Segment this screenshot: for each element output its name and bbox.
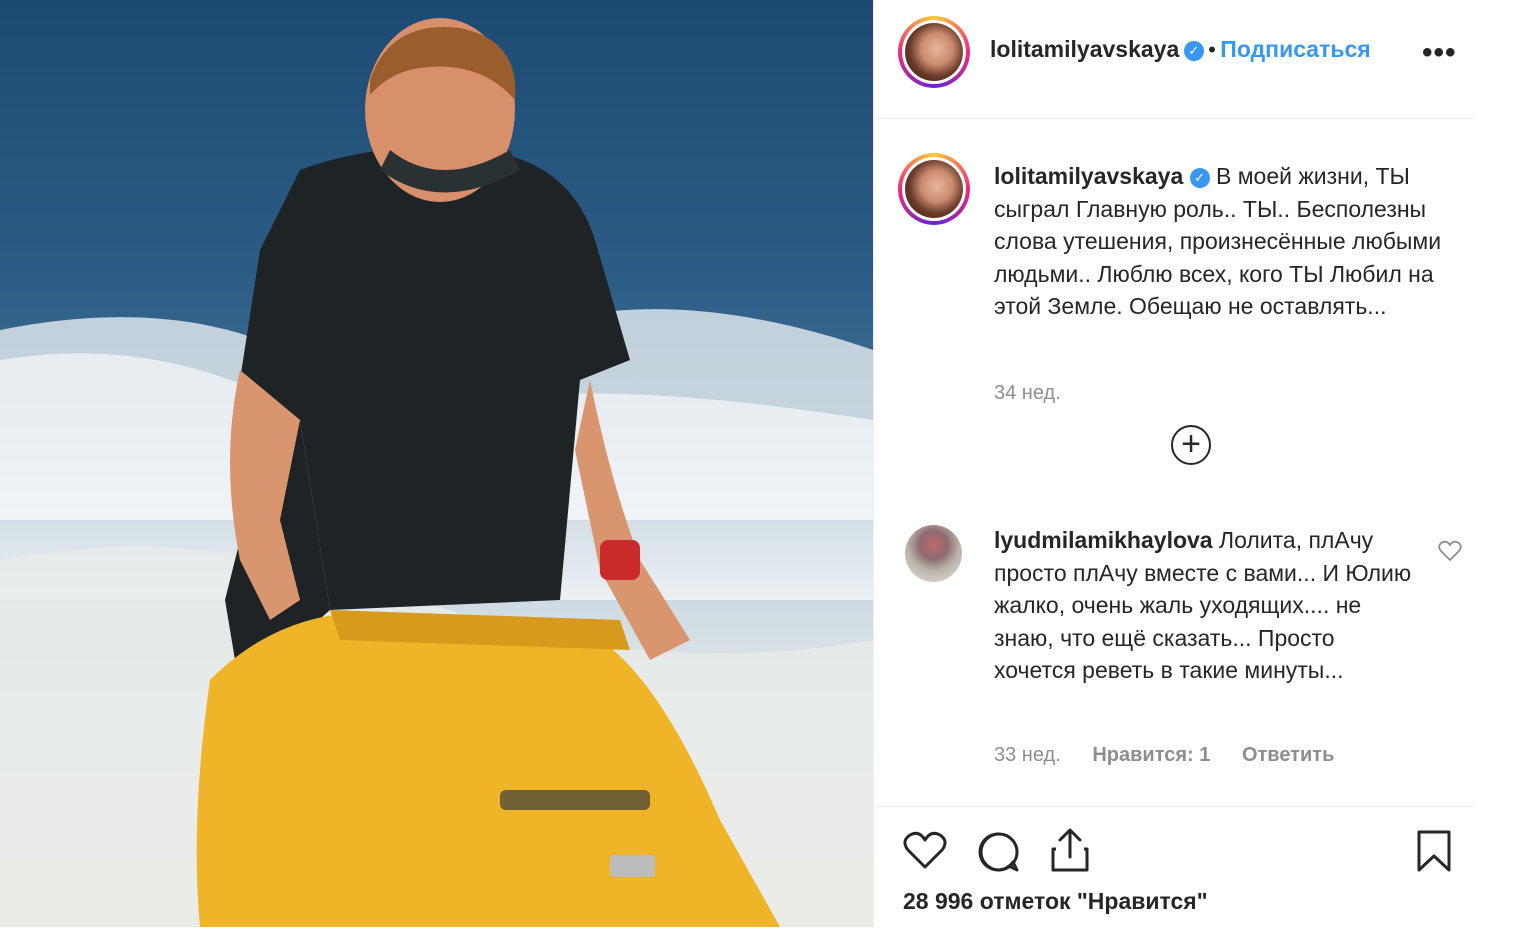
comment-likes[interactable]: Нравится: 1 <box>1092 744 1210 766</box>
action-bar: 28 996 отметок "Нравится" <box>874 806 1476 928</box>
comment-meta: 33 нед. Нравится: 1 Ответить <box>994 744 1360 767</box>
heart-icon[interactable] <box>903 831 947 876</box>
bookmark-icon[interactable] <box>1416 829 1452 878</box>
follow-button[interactable]: Подписаться <box>1220 36 1370 62</box>
photo-illustration <box>0 18 873 927</box>
author-avatar[interactable] <box>898 16 970 88</box>
post-header: lolitamilyavskaya ✓ • Подписаться ••• <box>874 0 1476 119</box>
comment-time[interactable]: 33 нед. <box>994 744 1061 766</box>
header-line: lolitamilyavskaya ✓ • Подписаться <box>990 36 1371 63</box>
post-sidebar: lolitamilyavskaya ✓ • Подписаться ••• lo… <box>874 0 1476 927</box>
caption-username[interactable]: lolitamilyavskaya <box>994 163 1183 189</box>
comment-heart-icon[interactable] <box>1438 540 1462 567</box>
instagram-post: lolitamilyavskaya ✓ • Подписаться ••• lo… <box>0 0 1522 935</box>
avatar-image <box>905 23 963 81</box>
header-separator: • <box>1208 37 1216 62</box>
caption-avatar[interactable] <box>898 153 970 225</box>
comment-icon[interactable] <box>978 831 1020 878</box>
author-username[interactable]: lolitamilyavskaya <box>990 36 1179 62</box>
verified-badge-icon: ✓ <box>1183 41 1204 61</box>
likes-count[interactable]: 28 996 отметок "Нравится" <box>903 888 1208 915</box>
share-icon[interactable] <box>1050 827 1090 878</box>
more-options-icon[interactable]: ••• <box>1422 36 1457 70</box>
post-photo[interactable] <box>0 0 873 927</box>
comment: lyudmilamikhaylova Лолита, плАчу просто … <box>994 524 1414 687</box>
caption: lolitamilyavskaya ✓ В моей жизни, ТЫ сыг… <box>994 160 1444 323</box>
caption-time[interactable]: 34 нед. <box>994 382 1061 405</box>
verified-badge-icon: ✓ <box>1189 168 1210 188</box>
comment-username[interactable]: lyudmilamikhaylova <box>994 527 1213 553</box>
avatar-image <box>905 160 963 218</box>
reply-button[interactable]: Ответить <box>1242 744 1334 766</box>
commenter-avatar[interactable] <box>905 525 962 582</box>
plus-circle-icon[interactable]: + <box>1171 425 1211 465</box>
